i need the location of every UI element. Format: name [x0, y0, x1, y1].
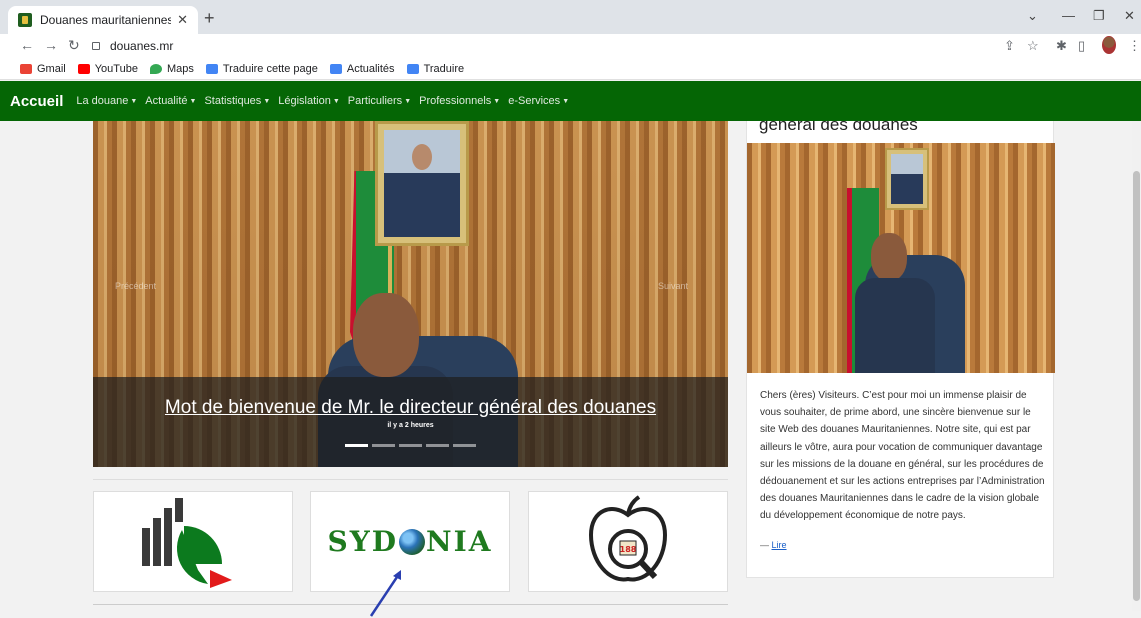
news-icon — [329, 63, 342, 74]
carousel-timestamp: il y a 2 heures — [387, 422, 434, 429]
browser-tab[interactable]: Douanes mauritaniennes ✕ — [8, 6, 198, 34]
president-portrait-image — [375, 121, 469, 246]
caret-down-icon: ▼ — [332, 98, 340, 105]
sydonia-logo: SYD NIA — [327, 525, 493, 558]
news-carousel: Précédent Suivant Mot de bienvenue de Mr… — [93, 121, 728, 467]
scrollbar-thumb[interactable] — [1133, 171, 1140, 601]
caret-down-icon: ▼ — [130, 98, 138, 105]
forward-icon[interactable]: → — [44, 37, 58, 53]
bookmark-news[interactable]: Actualités — [329, 63, 395, 75]
tariff-card[interactable]: 188 — [528, 491, 728, 592]
carousel-indicators — [345, 444, 476, 447]
nav-item-actualite[interactable]: Actualité ▼ — [145, 95, 196, 107]
carousel-caption: Mot de bienvenue de Mr. le directeur gén… — [93, 377, 728, 467]
nav-item-e-services[interactable]: e-Services ▼ — [508, 95, 569, 107]
caret-down-icon: ▼ — [562, 98, 570, 105]
tab-search-icon[interactable]: ⌄ — [1027, 8, 1038, 24]
translate-icon — [406, 63, 419, 74]
bookmark-maps[interactable]: Maps — [149, 63, 194, 75]
bookmark-translate-page[interactable]: Traduire cette page — [205, 63, 318, 75]
director-photo — [747, 143, 1055, 373]
share-icon[interactable]: ⇪ — [1004, 38, 1015, 54]
divider — [93, 604, 728, 605]
carousel-indicator[interactable] — [426, 444, 449, 447]
caret-down-icon: ▼ — [189, 98, 197, 105]
profile-avatar[interactable] — [1102, 36, 1116, 54]
nav-home-link[interactable]: Accueil — [10, 93, 63, 110]
translate-icon — [205, 63, 218, 74]
carousel-next-button[interactable]: Suivant — [658, 281, 688, 291]
back-icon[interactable]: ← — [20, 37, 34, 53]
new-tab-icon[interactable]: + — [204, 8, 215, 29]
sydonia-card[interactable]: SYD NIA — [310, 491, 510, 592]
site-navbar: Accueil La douane ▼ Actualité ▼ Statistiqu… — [0, 81, 1141, 121]
nav-item-la-douane[interactable]: La douane ▼ — [76, 95, 137, 107]
extensions-icon[interactable]: ✱ — [1056, 38, 1067, 54]
close-window-icon[interactable]: ✕ — [1124, 8, 1135, 24]
bookmark-translate[interactable]: Traduire — [406, 63, 464, 75]
nav-item-professionnels[interactable]: Professionnels ▼ — [419, 95, 500, 107]
carousel-indicator[interactable] — [372, 444, 395, 447]
minimize-icon[interactable]: — — [1062, 8, 1075, 23]
nav-item-particuliers[interactable]: Particuliers ▼ — [348, 95, 411, 107]
browser-tab-bar: Douanes mauritaniennes ✕ + ⌄ — ❐ ✕ — [0, 0, 1141, 34]
statistics-card[interactable] — [93, 491, 293, 592]
director-message-card: général des douanes Chers (ères) Visiteu… — [746, 115, 1055, 578]
carousel-title-link[interactable]: Mot de bienvenue de Mr. le directeur gén… — [93, 397, 728, 419]
tab-title: Douanes mauritaniennes — [40, 13, 172, 27]
site-favicon-icon — [18, 13, 32, 27]
lock-icon — [92, 42, 100, 50]
menu-icon[interactable]: ⋮ — [1128, 38, 1141, 54]
restore-icon[interactable]: ❐ — [1093, 8, 1105, 24]
address-bar[interactable]: douanes.mr — [92, 36, 982, 56]
caret-down-icon: ▼ — [263, 98, 271, 105]
director-message-text: Chers (ères) Visiteurs. C’est pour moi u… — [760, 390, 1045, 522]
nav-item-statistiques[interactable]: Statistiques ▼ — [204, 95, 270, 107]
maps-icon — [149, 63, 162, 74]
url-text: douanes.mr — [110, 39, 174, 53]
carousel-indicator[interactable] — [345, 444, 368, 447]
nav-item-legislation[interactable]: Législation ▼ — [278, 95, 340, 107]
close-tab-icon[interactable]: ✕ — [177, 12, 188, 28]
side-panel-icon[interactable]: ▯ — [1078, 38, 1085, 54]
carousel-indicator[interactable] — [399, 444, 422, 447]
gmail-icon — [20, 63, 32, 74]
statistics-chart-icon — [142, 497, 232, 588]
browser-toolbar: ← → ↻ douanes.mr ⇪ ☆ ✱ ▯ ⋮ — [0, 34, 1141, 58]
divider — [93, 479, 728, 480]
carousel-prev-button[interactable]: Précédent — [115, 281, 156, 291]
tariff-badge: 188 — [620, 545, 637, 554]
carousel-indicator[interactable] — [453, 444, 476, 447]
bookmarks-bar: Gmail YouTube Maps Traduire cette page A… — [0, 58, 1141, 80]
reload-icon[interactable]: ↻ — [68, 37, 80, 54]
scrollbar[interactable] — [1132, 121, 1141, 611]
apple-search-icon: 188 — [588, 494, 668, 581]
bookmark-youtube[interactable]: YouTube — [77, 63, 138, 75]
caret-down-icon: ▼ — [493, 98, 501, 105]
bookmark-gmail[interactable]: Gmail — [20, 63, 66, 75]
globe-icon — [399, 528, 426, 555]
caret-down-icon: ▼ — [404, 98, 412, 105]
youtube-icon — [77, 63, 90, 74]
bookmark-star-icon[interactable]: ☆ — [1027, 38, 1039, 54]
read-more-link[interactable]: Lire — [772, 540, 787, 550]
